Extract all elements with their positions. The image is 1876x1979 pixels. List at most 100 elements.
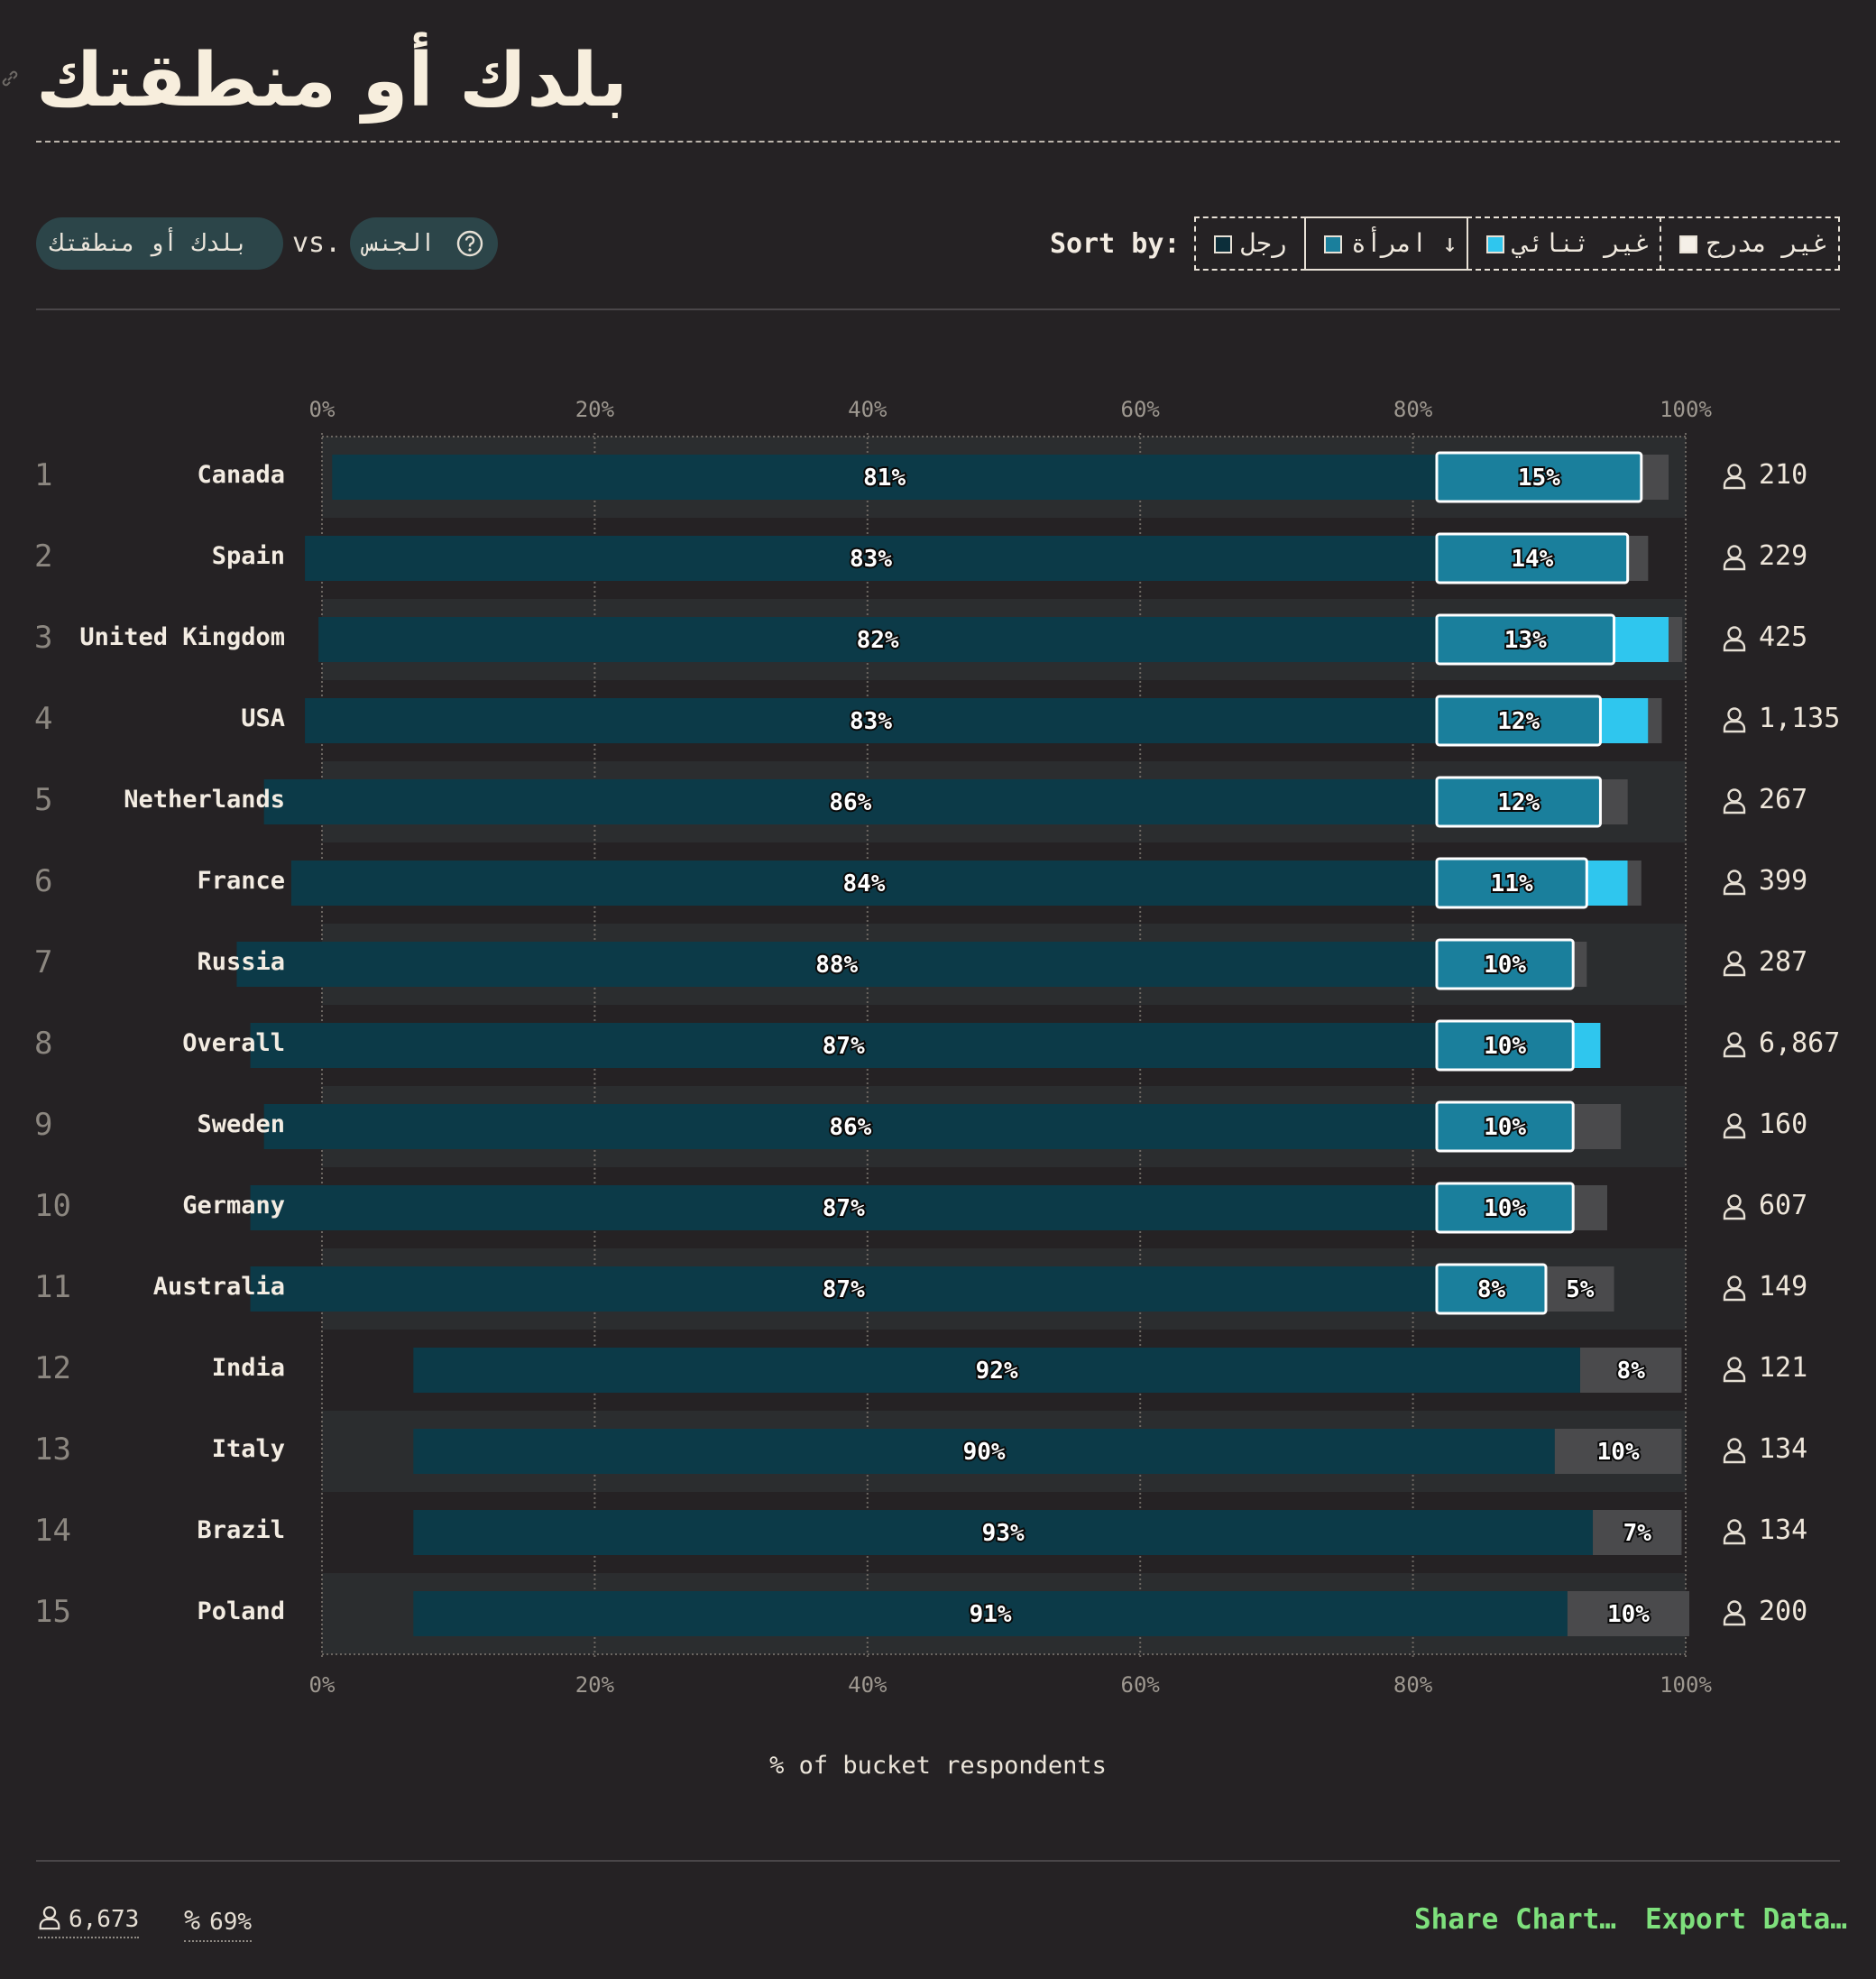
bar-man-label: 87% [823,1033,865,1060]
bar-unlisted[interactable] [1627,861,1642,906]
bar-man-label: 87% [823,1195,865,1222]
percent-value: 69% [209,1909,253,1936]
export-data-link[interactable]: Export Data… [1645,1903,1847,1936]
country-label[interactable]: India [212,1354,285,1382]
person-icon [1723,464,1746,490]
x-tick-top: 0% [308,397,336,422]
bar-unlisted[interactable] [1648,698,1662,743]
country-label[interactable]: Brazil [197,1516,285,1544]
bar-man-label: 81% [863,465,906,492]
bar-woman-label: 11% [1491,870,1533,897]
bar-unlisted[interactable] [1573,1104,1622,1149]
bar-unlisted-label: 10% [1597,1439,1640,1466]
x-tick-bottom: 20% [575,1672,615,1698]
bar-unlisted[interactable] [1641,455,1669,500]
bar-man-label: 86% [829,789,871,816]
bar-man-label: 92% [976,1358,1018,1385]
row-rank: 5 [34,782,53,818]
respondent-count: 149 [1759,1271,1808,1302]
row-rank: 13 [34,1431,71,1468]
row-rank: 11 [34,1269,71,1305]
share-chart-link[interactable]: Share Chart… [1414,1903,1616,1936]
bar-woman-label: 8% [1477,1276,1506,1303]
person-icon [1723,626,1746,652]
x-tick-bottom: 0% [308,1672,336,1698]
bar-unlisted-label: 7% [1623,1520,1652,1547]
respondents-stat[interactable]: 6,673 [38,1905,140,1938]
country-label[interactable]: Italy [212,1435,285,1463]
bar-woman-label: 15% [1518,465,1560,492]
respondent-count: 160 [1759,1109,1808,1140]
person-icon [1723,1194,1746,1220]
bar-man-label: 88% [815,952,858,979]
bar-unlisted[interactable] [1669,617,1683,662]
country-label[interactable]: Poland [197,1597,285,1625]
bar-woman-label: 10% [1484,1195,1526,1222]
person-icon [1723,870,1746,896]
respondent-count: 6,867 [1759,1027,1841,1059]
bar-unlisted[interactable] [1573,1185,1607,1230]
bar-nonbinary[interactable] [1614,617,1669,662]
respondent-count: 229 [1759,540,1808,572]
row-rank: 15 [34,1594,71,1630]
bar-man-label: 83% [850,708,892,735]
bar-nonbinary[interactable] [1573,1023,1601,1068]
bar-nonbinary[interactable] [1600,698,1649,743]
respondent-count: 287 [1759,946,1808,978]
bar-woman-label: 13% [1504,627,1547,654]
row-rank: 9 [34,1107,53,1143]
bar-unlisted-label: 8% [1617,1358,1646,1385]
bar-woman-label: 10% [1484,1033,1526,1060]
country-label[interactable]: Spain [212,542,285,570]
x-axis-title: % of bucket respondents [769,1752,1107,1780]
bar-man-label: 84% [842,870,885,897]
bar-nonbinary[interactable] [1586,861,1628,906]
row-rank: 10 [34,1188,71,1224]
bar-unlisted-label: 10% [1607,1601,1650,1628]
country-label[interactable]: Sweden [197,1110,285,1138]
respondent-count: 134 [1759,1514,1808,1546]
person-icon [1723,951,1746,977]
bar-unlisted[interactable] [1573,942,1587,987]
country-label[interactable]: Australia [153,1273,285,1301]
country-label[interactable]: USA [241,704,285,732]
person-icon [1723,707,1746,733]
x-tick-top: 80% [1393,397,1433,422]
bar-woman-label: 10% [1484,1114,1526,1141]
respondent-count: 399 [1759,865,1808,897]
bar-chart: 81% 15% 83% 14% 82% 13% 83% 12% 86% 12% 84% 11% 88% 1… [236,433,1689,1660]
footer-divider [36,1860,1840,1862]
respondent-count: 1,135 [1759,703,1841,734]
country-label[interactable]: Russia [197,948,285,976]
person-icon [1723,1275,1746,1302]
country-label[interactable]: Overall [182,1029,285,1057]
country-label[interactable]: Canada [197,461,285,489]
x-tick-top: 40% [848,397,887,422]
bar-man-label: 91% [970,1601,1012,1628]
percent-stat[interactable]: % 69% [184,1905,253,1942]
country-label[interactable]: United Kingdom [79,623,285,651]
x-tick-bottom: 40% [848,1672,887,1698]
country-label[interactable]: Germany [182,1192,285,1220]
bar-man-label: 86% [829,1114,871,1141]
bar-man-label: 90% [963,1439,1006,1466]
x-tick-top: 100% [1660,397,1712,422]
respondent-count: 121 [1759,1352,1808,1384]
bar-man-label: 93% [982,1520,1025,1547]
bar-unlisted[interactable] [1600,779,1628,824]
country-label[interactable]: France [197,867,285,895]
respondent-count: 210 [1759,459,1808,491]
country-label[interactable]: Netherlands [124,786,285,814]
person-icon [1723,788,1746,815]
row-rank: 2 [34,538,53,575]
x-tick-bottom: 60% [1120,1672,1160,1698]
x-tick-bottom: 100% [1660,1672,1712,1698]
person-icon [1723,1438,1746,1464]
respondent-count: 425 [1759,621,1808,653]
person-icon [39,1906,60,1930]
bar-man-label: 87% [823,1276,865,1303]
person-icon [1723,1113,1746,1139]
row-rank: 14 [34,1513,71,1549]
bar-unlisted[interactable] [1627,536,1649,581]
row-rank: 4 [34,701,53,737]
